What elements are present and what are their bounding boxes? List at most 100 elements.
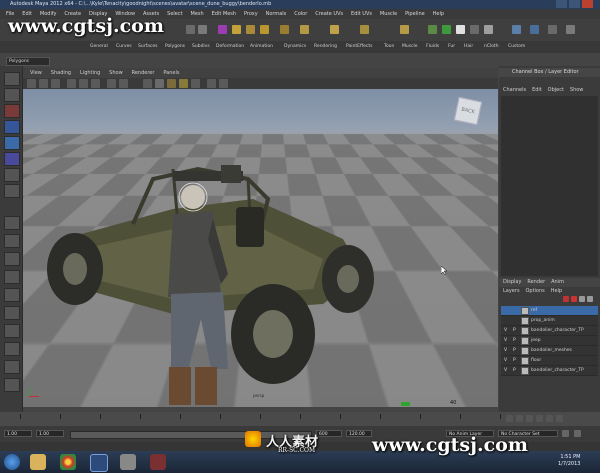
layer-tab[interactable]: Anim [551, 278, 564, 286]
layer-row[interactable]: prop_anim [501, 316, 598, 326]
camera-attributes-icon[interactable] [39, 79, 48, 88]
layer-playback[interactable]: P [513, 366, 516, 375]
shelf-tab[interactable]: General [90, 44, 108, 49]
shadows-icon[interactable] [191, 79, 200, 88]
layer-color-swatch[interactable] [521, 347, 529, 355]
close-icon[interactable] [582, 0, 593, 8]
channel-tab[interactable]: Channels [503, 86, 526, 94]
menu-item[interactable]: Proxy [244, 9, 258, 19]
layer-row[interactable]: V P bandolier_meshes [501, 346, 598, 356]
xray-icon[interactable] [219, 79, 228, 88]
range-end-field[interactable]: 600 [316, 430, 342, 437]
shelf-tab[interactable]: Custom [508, 44, 525, 49]
render-settings-icon[interactable] [360, 25, 369, 34]
perspective-viewport[interactable]: BACK persp 40 [23, 89, 498, 407]
manipulator-tool-icon[interactable] [4, 168, 20, 182]
shelf-tab[interactable]: Surfaces [138, 44, 158, 49]
history-icon[interactable] [280, 25, 289, 34]
layer-row[interactable]: V P bandolier_character_TP [501, 366, 598, 376]
snap-curve-icon[interactable] [246, 25, 255, 34]
graph-editor-layout-icon[interactable] [4, 342, 20, 356]
go-to-end-icon[interactable] [556, 415, 563, 422]
shelf-tab[interactable]: Deformation [216, 44, 244, 49]
layer-visibility[interactable]: V [504, 356, 507, 365]
menu-item[interactable]: Muscle [380, 9, 397, 19]
step-forward-icon[interactable] [546, 415, 553, 422]
channel-box-icon[interactable] [566, 25, 575, 34]
lights-icon[interactable] [179, 79, 188, 88]
checker-icon[interactable] [456, 25, 465, 34]
shelf-tab[interactable]: Fur [448, 44, 455, 49]
chrome-taskbar-icon[interactable] [60, 454, 76, 470]
select-hierarchy-icon[interactable] [218, 25, 227, 34]
shelf-tab[interactable]: nCloth [484, 44, 499, 49]
outliner-layout-icon[interactable] [4, 324, 20, 338]
safe-action-icon[interactable] [119, 79, 128, 88]
end-time-field[interactable]: 120.00 [346, 430, 372, 437]
menu-item[interactable]: Help [433, 9, 444, 19]
shelf-tab[interactable]: Subdivs [192, 44, 210, 49]
image-plane-icon[interactable] [67, 79, 76, 88]
menu-item[interactable]: Color [294, 9, 307, 19]
snap-point-icon[interactable] [260, 25, 269, 34]
bookmark-icon[interactable] [51, 79, 60, 88]
layer-playback[interactable]: P [513, 336, 516, 345]
hypershade-icon[interactable] [400, 25, 409, 34]
play-forward-icon[interactable] [536, 415, 543, 422]
textured-icon[interactable] [167, 79, 176, 88]
rotate-tool-icon[interactable] [4, 136, 20, 150]
explorer-taskbar-icon[interactable] [30, 454, 46, 470]
layer-row[interactable]: V P jeep [501, 336, 598, 346]
layer-playback[interactable]: P [513, 356, 516, 365]
layer-row[interactable]: V P floor [501, 356, 598, 366]
lasso-tool-icon[interactable] [4, 88, 20, 102]
resolution-gate-icon[interactable] [107, 79, 116, 88]
channel-tab[interactable]: Show [570, 86, 584, 94]
sculpt-icon[interactable] [428, 25, 437, 34]
panel-menu-item[interactable]: Renderer [132, 68, 155, 78]
shelf-tab[interactable]: Animation [250, 44, 273, 49]
persp-graph-layout-icon[interactable] [4, 270, 20, 284]
windows-media-taskbar-icon[interactable] [90, 454, 108, 472]
camera-icon[interactable] [27, 79, 36, 88]
menu-item[interactable]: Edit UVs [351, 9, 372, 19]
maximize-icon[interactable] [569, 0, 580, 8]
shelf-tab[interactable]: Fluids [426, 44, 439, 49]
layer-menu-item[interactable]: Help [551, 287, 562, 295]
move-tool-icon[interactable] [4, 120, 20, 134]
start-time-field[interactable]: 1.00 [4, 430, 32, 437]
layer-visibility[interactable]: V [504, 346, 507, 355]
isolate-select-icon[interactable] [207, 79, 216, 88]
play-backward-icon[interactable] [526, 415, 533, 422]
persp-uv-layout-icon[interactable] [4, 306, 20, 320]
layer-visibility[interactable]: V [504, 366, 507, 375]
hypershade-layout-icon[interactable] [4, 288, 20, 302]
attribute-editor-icon[interactable] [530, 25, 539, 34]
snap-grid-icon[interactable] [232, 25, 241, 34]
layer-playback[interactable]: P [513, 326, 516, 335]
menu-item[interactable]: Edit Mesh [212, 9, 236, 19]
layer-color-swatch[interactable] [521, 317, 529, 325]
paint-icon[interactable] [442, 25, 451, 34]
panel-menu-item[interactable]: Panels [163, 68, 179, 78]
tool-settings-icon[interactable] [548, 25, 557, 34]
layer-color-swatch[interactable] [521, 357, 529, 365]
layer-playback[interactable]: P [513, 346, 516, 355]
layer-tab[interactable]: Display [503, 278, 521, 286]
layer-color-swatch[interactable] [521, 367, 529, 375]
minimize-icon[interactable] [556, 0, 567, 8]
single-perspective-layout-icon[interactable] [4, 216, 20, 230]
shelf-tab[interactable]: Muscle [402, 44, 418, 49]
step-back-icon[interactable] [516, 415, 523, 422]
panel-menu-item[interactable]: Shading [51, 68, 71, 78]
scene-model[interactable] [23, 89, 498, 407]
dope-sheet-layout-icon[interactable] [4, 360, 20, 374]
mode-select[interactable]: Polygons [6, 57, 50, 66]
shelf-tab[interactable]: Rendering [314, 44, 337, 49]
app-taskbar-icon[interactable] [120, 454, 136, 470]
channel-tab[interactable]: Edit [532, 86, 542, 94]
four-view-layout-icon[interactable] [4, 234, 20, 248]
menu-item[interactable]: Create UVs [315, 9, 343, 19]
save-scene-icon[interactable] [198, 25, 207, 34]
smooth-shade-icon[interactable] [155, 79, 164, 88]
